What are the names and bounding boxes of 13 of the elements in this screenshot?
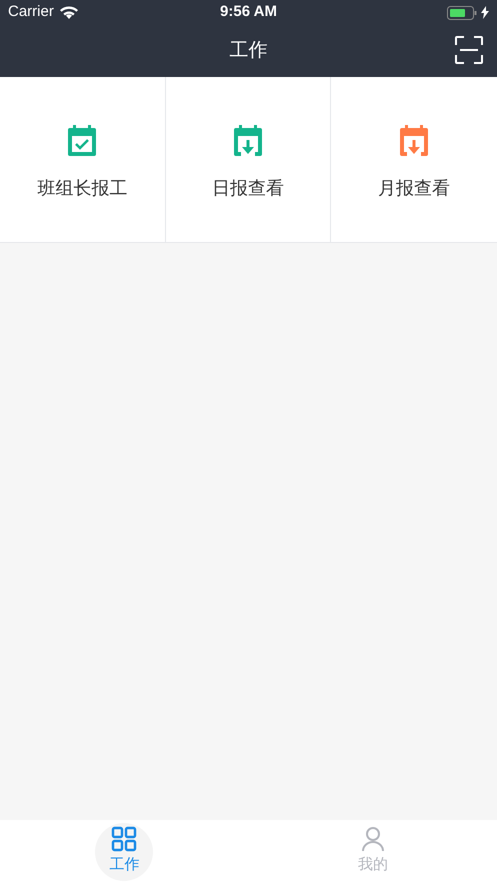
menu-tile[interactable]: 日报查看 (166, 77, 332, 242)
nav-title: 工作 (230, 38, 268, 63)
carrier-text: Carrier (8, 2, 54, 22)
menu-tile[interactable]: 班组长报工 (0, 77, 166, 242)
scan-button[interactable] (454, 35, 484, 65)
battery-icon (447, 6, 477, 20)
scan-icon (454, 35, 484, 65)
charging-icon (481, 6, 489, 19)
grid-icon (111, 826, 138, 852)
clock-text: 9:56 AM (220, 2, 277, 22)
menu-tile[interactable]: 月报查看 (331, 77, 497, 242)
person-icon (360, 826, 385, 852)
wifi-icon (60, 6, 78, 19)
